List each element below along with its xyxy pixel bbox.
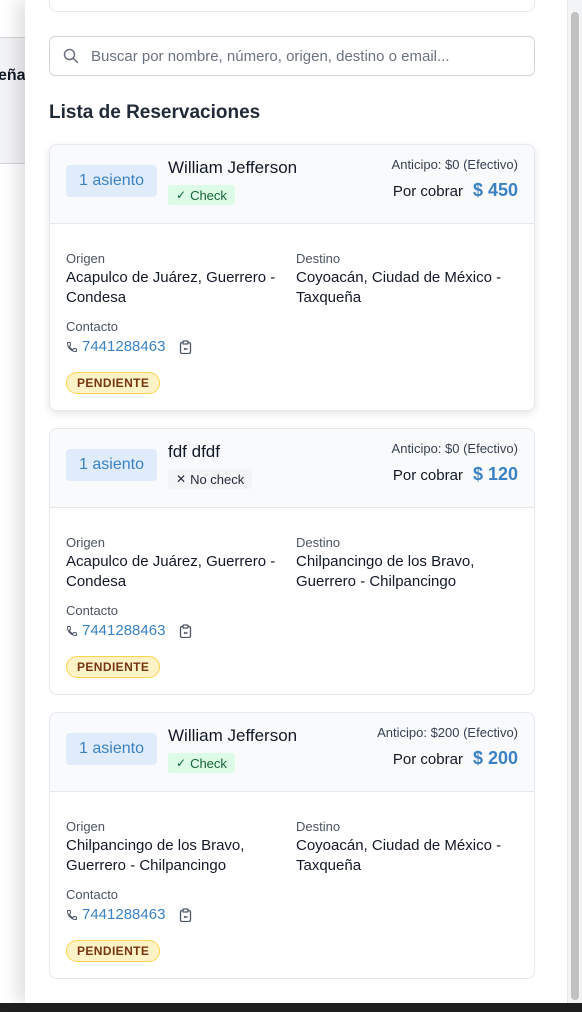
por-cobrar-label: Por cobrar [392,751,463,768]
search-icon [63,48,79,64]
phone-link[interactable]: 7441288463 [82,906,165,923]
checkmark-icon: ✓ [176,756,187,770]
por-cobrar-label: Por cobrar [392,183,463,200]
check-status-badge: ✓ Check [168,185,235,205]
contact-row: 7441288463 [66,622,192,639]
reservation-card-body: Origen Chilpancingo de los Bravo, Guerre… [50,792,534,978]
origin-value: Acapulco de Juárez, Guerrero - Condesa [66,269,276,306]
contact-row: 7441288463 [66,906,192,923]
contact-row: 7441288463 [66,338,192,355]
reservation-card-header: 1 asiento William Jefferson ✓ Check Antic… [50,145,534,224]
background-partial-text: eña [0,67,26,84]
por-cobrar-amount: $ 200 [472,748,518,768]
search-box[interactable] [49,36,535,76]
phone-icon [66,341,77,352]
section-title: Lista de Reservaciones [49,102,261,123]
copy-phone-button[interactable] [179,623,192,638]
destination-value: Coyoacán, Ciudad de México - Taxqueña [296,837,502,874]
reservation-card-body: Origen Acapulco de Juárez, Guerrero - Co… [50,508,534,694]
por-cobrar-amount: $ 120 [472,464,518,484]
scrollbar-thumb[interactable] [571,12,579,1000]
destination-label: Destino [296,819,341,834]
search-input[interactable] [91,47,511,65]
por-cobrar-label: Por cobrar [392,467,463,484]
contact-label: Contacto [66,603,119,618]
checkmark-icon: ✓ [176,188,187,202]
destination-value: Chilpancingo de los Bravo, Guerrero - Ch… [296,553,475,590]
passenger-name: William Jefferson [168,726,298,745]
reservation-card[interactable]: 1 asiento William Jefferson ✓ Check Antic… [49,712,535,979]
phone-link[interactable]: 7441288463 [82,622,165,639]
status-badge: PENDIENTE [66,940,161,962]
anticipo-text: Anticipo: $0 (Efectivo) [391,157,518,172]
copy-phone-button[interactable] [179,907,192,922]
clipboard-icon [180,907,192,922]
reservation-card[interactable]: 1 asiento William Jefferson ✓ Check Antic… [49,144,535,411]
reservation-card[interactable]: 1 asiento fdf dfdf ✕ No check Anticipo: $… [49,428,535,695]
passenger-name: William Jefferson [168,158,298,177]
x-icon: ✕ [176,472,187,486]
scrollbar-track[interactable] [567,0,582,1003]
origin-label: Origen [66,819,106,834]
reservation-card-header: 1 asiento fdf dfdf ✕ No check Anticipo: $… [50,429,534,508]
contact-label: Contacto [66,319,119,334]
por-cobrar: Por cobrar $ 120 [393,464,518,485]
anticipo-text: Anticipo: $200 (Efectivo) [377,725,518,740]
check-status-badge: ✓ Check [168,753,235,773]
destination-label: Destino [296,251,341,266]
origin-value: Acapulco de Juárez, Guerrero - Condesa [66,553,276,590]
seat-count-badge: 1 asiento [66,165,157,197]
reservation-card-body: Origen Acapulco de Juárez, Guerrero - Co… [50,224,534,410]
origin-value: Chilpancingo de los Bravo, Guerrero - Ch… [66,837,245,874]
phone-icon [66,909,77,920]
destination-value: Coyoacán, Ciudad de México - Taxqueña [296,269,502,306]
contact-label: Contacto [66,887,119,902]
status-badge: PENDIENTE [66,372,161,394]
por-cobrar: Por cobrar $ 200 [393,748,518,769]
background-bottom-edge [0,1003,582,1012]
por-cobrar: Por cobrar $ 450 [393,180,518,201]
origin-label: Origen [66,535,106,550]
phone-link[interactable]: 7441288463 [82,338,165,355]
status-badge: PENDIENTE [66,656,161,678]
por-cobrar-amount: $ 450 [472,180,518,200]
destination-label: Destino [296,535,341,550]
seat-count-badge: 1 asiento [66,449,157,481]
top-card-remnant [49,0,535,12]
anticipo-text: Anticipo: $0 (Efectivo) [391,441,518,456]
check-status-badge: ✕ No check [168,469,253,489]
origin-label: Origen [66,251,106,266]
copy-phone-button[interactable] [179,339,192,354]
clipboard-icon [180,339,192,354]
phone-icon [66,625,77,636]
clipboard-icon [180,623,192,638]
reservations-drawer: Lista de Reservaciones 1 asiento William… [25,0,582,1003]
reservation-card-header: 1 asiento William Jefferson ✓ Check Antic… [50,713,534,792]
seat-count-badge: 1 asiento [66,733,157,765]
passenger-name: fdf dfdf [168,442,220,461]
